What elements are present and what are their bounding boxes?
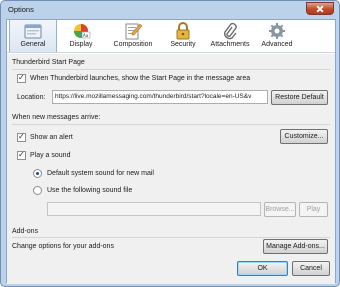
tab-display-label: Display <box>69 41 93 48</box>
play-sound-label: Play a sound <box>30 152 71 159</box>
tab-attachments[interactable]: Attachments <box>205 20 255 52</box>
tab-advanced-label: Advanced <box>261 41 293 48</box>
section-divider <box>12 124 330 125</box>
use-sound-file-radio[interactable] <box>33 186 42 195</box>
show-start-page-checkbox[interactable] <box>17 73 26 83</box>
composition-icon <box>125 23 143 40</box>
play-sound-checkbox[interactable] <box>17 150 26 160</box>
show-start-page-label: When Thunderbird launches, show the Star… <box>30 75 251 82</box>
restore-default-button[interactable]: Restore Default <box>271 90 328 105</box>
window-title: Options <box>8 5 34 14</box>
show-alert-label: Show an alert <box>30 134 73 141</box>
svg-text:Aa: Aa <box>83 33 89 38</box>
start-page-heading: Thunderbird Start Page <box>12 59 85 66</box>
dialog-client: General Aa Display Composition Security … <box>6 19 336 284</box>
tab-general-label: General <box>20 41 46 48</box>
options-window: Options General Aa Display Composition S… <box>0 0 340 287</box>
paperclip-icon <box>224 22 237 40</box>
tab-composition[interactable]: Composition <box>105 20 161 52</box>
use-sound-file-label: Use the following sound file <box>47 187 133 194</box>
tab-attachments-label: Attachments <box>210 41 250 48</box>
display-icon: Aa <box>74 24 91 39</box>
lock-icon <box>176 22 190 40</box>
close-button[interactable] <box>306 2 334 15</box>
sound-file-field[interactable] <box>47 202 261 216</box>
new-messages-heading: When new messages arrive: <box>12 114 101 121</box>
play-button[interactable]: Play <box>299 202 328 217</box>
gear-icon <box>269 23 285 39</box>
pane-toolbar: General Aa Display Composition Security … <box>7 20 335 53</box>
section-divider <box>12 69 330 70</box>
title-bar[interactable]: Options <box>1 1 339 18</box>
customize-button[interactable]: Customize... <box>280 129 328 144</box>
general-pane: Thunderbird Start Page When Thunderbird … <box>7 54 335 284</box>
addons-heading: Add-ons <box>12 228 39 235</box>
location-label: Location: <box>17 94 46 101</box>
tab-display[interactable]: Aa Display <box>59 20 103 52</box>
browse-button[interactable]: Browse... <box>264 202 296 217</box>
section-divider <box>12 237 330 238</box>
ok-button[interactable]: OK <box>237 261 288 276</box>
manage-addons-button[interactable]: Manage Add-ons... <box>263 239 328 254</box>
tab-security-label: Security <box>170 41 196 48</box>
tab-general[interactable]: General <box>9 20 57 52</box>
tab-composition-label: Composition <box>113 41 153 48</box>
default-sound-radio[interactable] <box>33 169 42 178</box>
tab-advanced[interactable]: Advanced <box>257 20 297 52</box>
default-sound-label: Default system sound for new mail <box>47 170 154 177</box>
show-alert-checkbox[interactable] <box>17 132 26 142</box>
general-icon <box>24 24 42 39</box>
addons-description: Change options for your add-ons <box>12 243 114 250</box>
cancel-button[interactable]: Cancel <box>292 261 330 276</box>
tab-security[interactable]: Security <box>163 20 203 52</box>
location-input[interactable]: https://live.mozillamessaging.com/thunde… <box>52 90 268 104</box>
